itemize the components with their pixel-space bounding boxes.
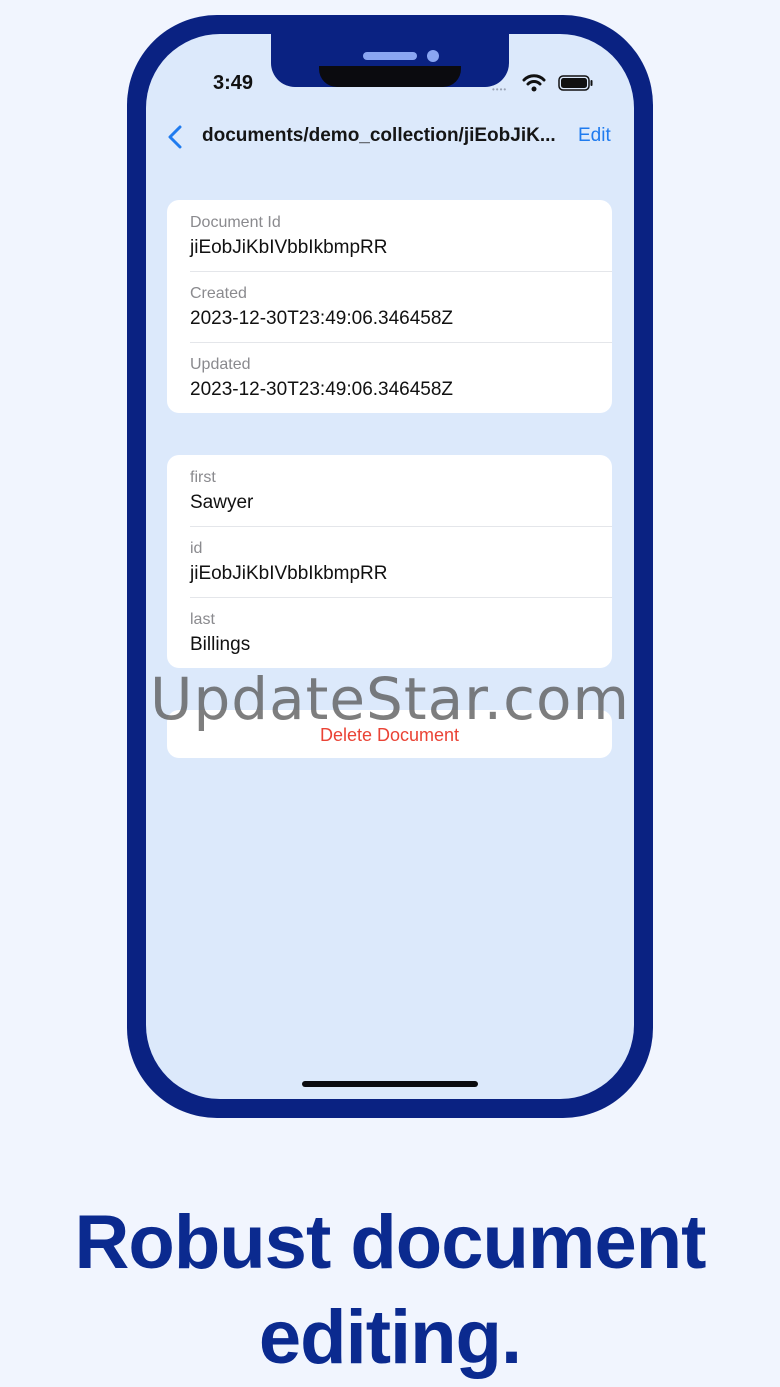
phone-screen: 3:49 •••• documents/demo_collection/jiEo…	[146, 34, 634, 1099]
metadata-row-updated: Updated 2023-12-30T23:49:06.346458Z	[167, 342, 612, 413]
row-value: 2023-12-30T23:49:06.346458Z	[190, 379, 454, 400]
nav-title: documents/demo_collection/jiEobJiK...	[202, 125, 556, 146]
home-indicator[interactable]	[302, 1081, 478, 1087]
camera-icon	[427, 50, 439, 62]
headline-line-1: Robust document	[74, 1200, 707, 1285]
phone-notch	[271, 34, 509, 87]
metadata-row-created: Created 2023-12-30T23:49:06.346458Z	[167, 271, 612, 342]
field-label: last	[190, 611, 215, 628]
watermark: UpdateStar.com	[150, 665, 630, 733]
field-value: Sawyer	[190, 492, 254, 513]
row-label: Updated	[190, 356, 251, 373]
speaker-grille	[363, 52, 417, 60]
row-value: jiEobJiKbIVbbIkbmpRR	[190, 237, 388, 258]
edit-button[interactable]: Edit	[578, 125, 611, 147]
field-label: first	[190, 469, 216, 486]
row-value: 2023-12-30T23:49:06.346458Z	[190, 308, 454, 329]
signal-dots-icon: ••••	[492, 85, 508, 94]
metadata-row-document-id: Document Id jiEobJiKbIVbbIkbmpRR	[167, 200, 612, 271]
metadata-card: Document Id jiEobJiKbIVbbIkbmpRR Created…	[167, 200, 612, 413]
field-value: jiEobJiKbIVbbIkbmpRR	[190, 563, 388, 584]
wifi-icon	[522, 74, 546, 92]
row-label: Created	[190, 285, 247, 302]
field-row-id[interactable]: id jiEobJiKbIVbbIkbmpRR	[167, 526, 612, 597]
fields-card: first Sawyer id jiEobJiKbIVbbIkbmpRR las…	[167, 455, 612, 668]
field-row-first[interactable]: first Sawyer	[167, 455, 612, 526]
marketing-headline: Robust document editing.	[0, 1195, 780, 1385]
battery-icon	[558, 75, 593, 91]
field-label: id	[190, 540, 203, 557]
status-time: 3:49	[213, 72, 254, 94]
phone-frame: 3:49 •••• documents/demo_collection/jiEo…	[127, 15, 653, 1118]
chevron-left-icon[interactable]	[166, 124, 184, 150]
notch-cutout	[319, 66, 461, 87]
field-row-last[interactable]: last Billings	[167, 597, 612, 668]
row-label: Document Id	[190, 214, 281, 231]
field-value: Billings	[190, 634, 251, 655]
navigation-bar: documents/demo_collection/jiEobJiK... Ed…	[146, 122, 634, 152]
headline-line-2: editing.	[258, 1295, 522, 1380]
